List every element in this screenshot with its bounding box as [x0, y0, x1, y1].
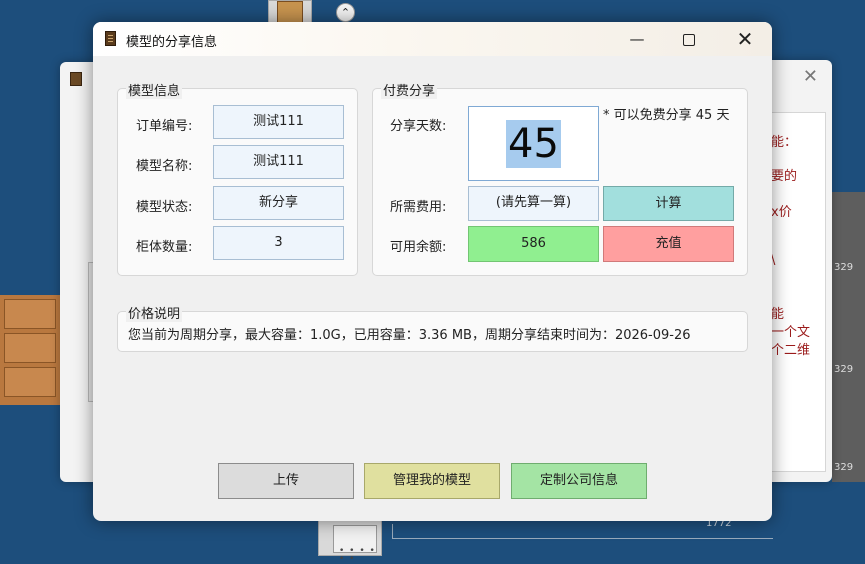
window-title: 模型的分享信息 — [126, 35, 218, 50]
cabinet-drawer — [4, 299, 56, 329]
calculate-button[interactable]: 计算 — [603, 186, 734, 221]
fee-field[interactable]: (请先算一算) — [468, 186, 599, 221]
background-text: 个二维 — [771, 343, 811, 358]
order-no-label: 订单编号: — [136, 119, 193, 134]
dimension-label: 329 — [834, 262, 854, 273]
cabinet-drawer — [4, 367, 56, 397]
background-text: 能： — [771, 135, 798, 150]
balance-value: 586 — [468, 226, 599, 262]
share-days-input[interactable]: 45 — [468, 106, 599, 181]
price-info-text: 您当前为周期分享，最大容量：1.0G，已用容量：3.36 MB，周期分享结束时间… — [128, 328, 691, 343]
group-title: 模型信息 — [126, 80, 183, 99]
pillar-dots: • • • • • • — [339, 546, 376, 564]
maximize-button[interactable] — [663, 22, 715, 56]
customize-company-button[interactable]: 定制公司信息 — [511, 463, 647, 499]
cabinet-icon — [105, 31, 116, 46]
background-right-dark — [832, 192, 865, 482]
share-days-label: 分享天数: — [390, 119, 447, 134]
free-days-note: * 可以免费分享 45 天 — [603, 108, 730, 123]
manage-models-button[interactable]: 管理我的模型 — [364, 463, 500, 499]
fee-label: 所需费用: — [390, 200, 447, 215]
close-icon[interactable]: ✕ — [803, 66, 818, 87]
upload-button[interactable]: 上传 — [218, 463, 354, 499]
minimize-button[interactable]: — — [611, 22, 663, 56]
cabinet-drawer — [4, 333, 56, 363]
background-text: 要的 — [771, 169, 798, 184]
background-pillar-top — [268, 0, 312, 24]
model-name-field[interactable]: 测试111 — [213, 145, 344, 179]
maximize-icon — [683, 33, 695, 46]
model-name-label: 模型名称: — [136, 159, 193, 174]
status-field[interactable]: 新分享 — [213, 186, 344, 220]
share-days-value[interactable]: 45 — [506, 119, 561, 168]
group-title: 付费分享 — [381, 80, 438, 99]
background-text: 一个文 — [771, 325, 811, 340]
group-title: 价格说明 — [126, 303, 183, 322]
background-text: x价 — [771, 205, 792, 220]
cabinet-icon — [70, 72, 82, 86]
cabinet-thumbnail — [277, 1, 303, 23]
dimension-label: 329 — [834, 364, 854, 375]
share-info-dialog: 模型的分享信息 — ✕ 模型信息 订单编号: 测试111 模型名称: 测试111… — [93, 22, 772, 521]
background-text: 能 — [771, 307, 785, 322]
collapse-circle-button[interactable]: ⌃ — [336, 3, 355, 22]
title-bar[interactable]: 模型的分享信息 — ✕ — [93, 22, 772, 56]
recharge-button[interactable]: 充值 — [603, 226, 734, 262]
order-no-field[interactable]: 测试111 — [213, 105, 344, 139]
close-button[interactable]: ✕ — [719, 22, 771, 56]
dimension-label: 329 — [834, 462, 854, 473]
status-label: 模型状态: — [136, 200, 193, 215]
background-pillar-bottom: • • • • • • — [318, 520, 382, 564]
background-window-content: 能： 要的 x价 \ 能 一个文 个二维 — [770, 112, 826, 472]
balance-label: 可用余额: — [390, 240, 447, 255]
cabinet-count-label: 柜体数量: — [136, 240, 193, 255]
cabinet-count-field[interactable]: 3 — [213, 226, 344, 260]
background-cabinet-strip — [0, 295, 60, 405]
